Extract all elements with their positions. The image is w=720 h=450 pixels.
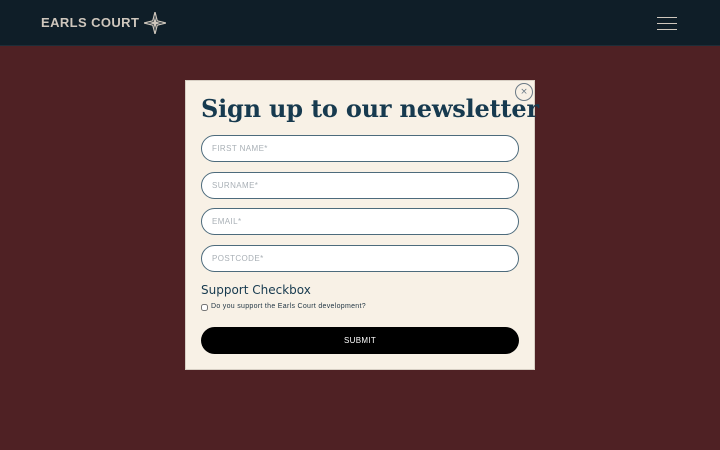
support-title: Support Checkbox bbox=[201, 283, 311, 297]
newsletter-modal: × Sign up to our newsletter Support Chec… bbox=[185, 80, 539, 370]
earls-court-logo[interactable]: EARLS COURT bbox=[41, 11, 167, 35]
compass-star-icon bbox=[144, 12, 167, 34]
hamburger-menu-icon[interactable] bbox=[657, 15, 677, 31]
site-header: EARLS COURT bbox=[0, 0, 720, 46]
menu-line bbox=[657, 29, 677, 30]
support-checkbox[interactable] bbox=[201, 303, 208, 311]
first-name-input[interactable] bbox=[201, 135, 519, 162]
menu-line bbox=[657, 17, 677, 18]
menu-line bbox=[657, 23, 677, 24]
submit-button[interactable]: SUBMIT bbox=[201, 327, 519, 354]
support-checkbox-row[interactable]: Do you support the Earls Court developme… bbox=[201, 302, 366, 312]
postcode-input[interactable] bbox=[201, 245, 519, 272]
surname-input[interactable] bbox=[201, 172, 519, 199]
support-checkbox-label: Do you support the Earls Court developme… bbox=[211, 303, 366, 310]
modal-title: Sign up to our newsletter bbox=[201, 94, 539, 123]
email-input[interactable] bbox=[201, 208, 519, 235]
logo-text: EARLS COURT bbox=[41, 15, 140, 30]
